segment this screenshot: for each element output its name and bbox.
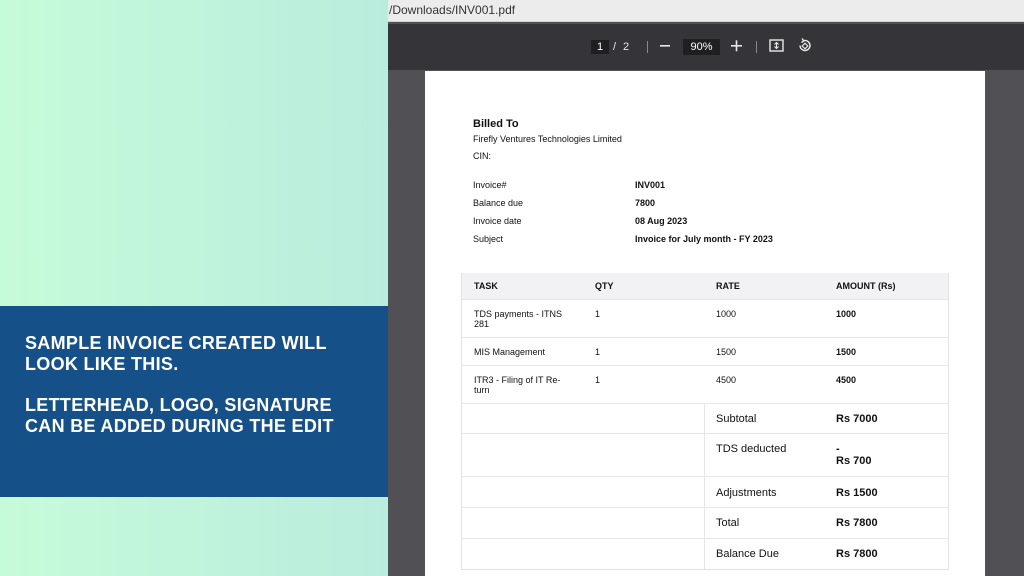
header-amount: AMOUNT (Rs)	[836, 281, 896, 291]
summary-value: Rs 7800	[836, 517, 878, 529]
caption-line-2: Letterhead, logo, signature can be added…	[25, 395, 334, 436]
pdf-viewer: /Downloads/INV001.pdf 1 / 2 90% Billed T…	[388, 0, 1024, 576]
summary-label: Total	[716, 517, 740, 529]
current-page-input[interactable]: 1	[591, 40, 609, 54]
table-row: MIS Management 1 1500 1500	[462, 337, 948, 365]
meta-row: Invoice# INV001	[473, 180, 873, 198]
summary-label: Balance Due	[716, 548, 779, 560]
billed-to-name: Firefly Ventures Technologies Limited	[473, 134, 622, 144]
cell-task: TDS payments - ITNS 281	[474, 309, 563, 329]
cell-task: ITR3 - Filing of IT Re-turn	[474, 375, 561, 395]
cell-amount: 1500	[836, 347, 857, 357]
meta-label: Balance due	[473, 198, 524, 208]
summary-value: Rs 1500	[836, 487, 878, 499]
meta-row: Balance due 7800	[473, 198, 873, 216]
pdf-page: Billed To Firefly Ventures Technologies …	[425, 71, 985, 576]
summary-label: Adjustments	[716, 487, 777, 499]
page-separator: /	[613, 41, 617, 53]
summary-value-dash: -	[836, 443, 840, 455]
minus-icon[interactable]	[660, 36, 670, 62]
invoice-table: TASK QTY RATE AMOUNT (Rs) TDS payments -…	[461, 273, 949, 570]
toolbar-divider	[756, 41, 757, 53]
summary-row: Subtotal Rs 7000	[462, 403, 948, 433]
plus-icon[interactable]	[731, 36, 742, 62]
billed-to-heading: Billed To	[473, 118, 519, 130]
invoice-meta: Invoice# INV001 Balance due 7800 Invoice…	[473, 180, 873, 252]
cell-qty: 1	[595, 309, 601, 319]
total-pages: 2	[623, 41, 630, 53]
toolbar-divider	[647, 41, 648, 53]
summary-divider	[704, 404, 705, 433]
meta-row: Invoice date 08 Aug 2023	[473, 216, 873, 234]
meta-value: 08 Aug 2023	[635, 216, 688, 226]
summary-label: TDS deducted	[716, 443, 787, 455]
summary-label: Subtotal	[716, 413, 757, 425]
summary-value: Rs 7800	[836, 548, 878, 560]
meta-label: Subject	[473, 234, 504, 244]
fit-page-icon[interactable]	[769, 36, 784, 62]
cell-rate: 1500	[716, 347, 737, 357]
meta-value: INV001	[635, 180, 666, 190]
cell-task: MIS Management	[474, 347, 546, 357]
cell-amount: 1000	[836, 309, 857, 319]
summary-row: Adjustments Rs 1500	[462, 476, 948, 507]
summary-divider	[704, 508, 705, 538]
meta-label: Invoice#	[473, 180, 507, 190]
caption-panel: Sample invoice created will look like th…	[0, 306, 422, 497]
header-task: TASK	[474, 281, 498, 291]
table-header: TASK QTY RATE AMOUNT (Rs)	[462, 273, 948, 299]
table-row: TDS payments - ITNS 281 1 1000 1000	[462, 299, 948, 337]
summary-row: Total Rs 7800	[462, 507, 948, 538]
summary-value: Rs 7000	[836, 413, 878, 425]
cin-label: CIN:	[473, 151, 491, 161]
meta-value: 7800	[635, 198, 656, 208]
summary-divider	[704, 539, 705, 569]
address-bar[interactable]: /Downloads/INV001.pdf	[388, 0, 1024, 22]
summary-divider	[704, 477, 705, 507]
table-row: ITR3 - Filing of IT Re-turn 1 4500 4500	[462, 365, 948, 403]
caption-line-1: Sample invoice created will look like th…	[25, 333, 327, 374]
cell-rate: 4500	[716, 375, 737, 385]
pdf-toolbar: 1 / 2 90%	[388, 24, 1024, 70]
cell-amount: 4500	[836, 375, 857, 385]
zoom-level[interactable]: 90%	[683, 39, 720, 55]
meta-value: Invoice for July month - FY 2023	[635, 234, 773, 244]
cell-qty: 1	[595, 347, 601, 357]
summary-row: TDS deducted - Rs 700	[462, 433, 948, 476]
header-rate: RATE	[716, 281, 740, 291]
meta-row: Subject Invoice for July month - FY 2023	[473, 234, 873, 252]
cell-qty: 1	[595, 375, 601, 385]
summary-divider	[704, 434, 705, 476]
summary-value: Rs 700	[836, 455, 872, 467]
rotate-icon[interactable]	[797, 36, 812, 62]
header-qty: QTY	[595, 281, 614, 291]
summary-row: Balance Due Rs 7800	[462, 538, 948, 569]
meta-label: Invoice date	[473, 216, 522, 226]
cell-rate: 1000	[716, 309, 737, 319]
